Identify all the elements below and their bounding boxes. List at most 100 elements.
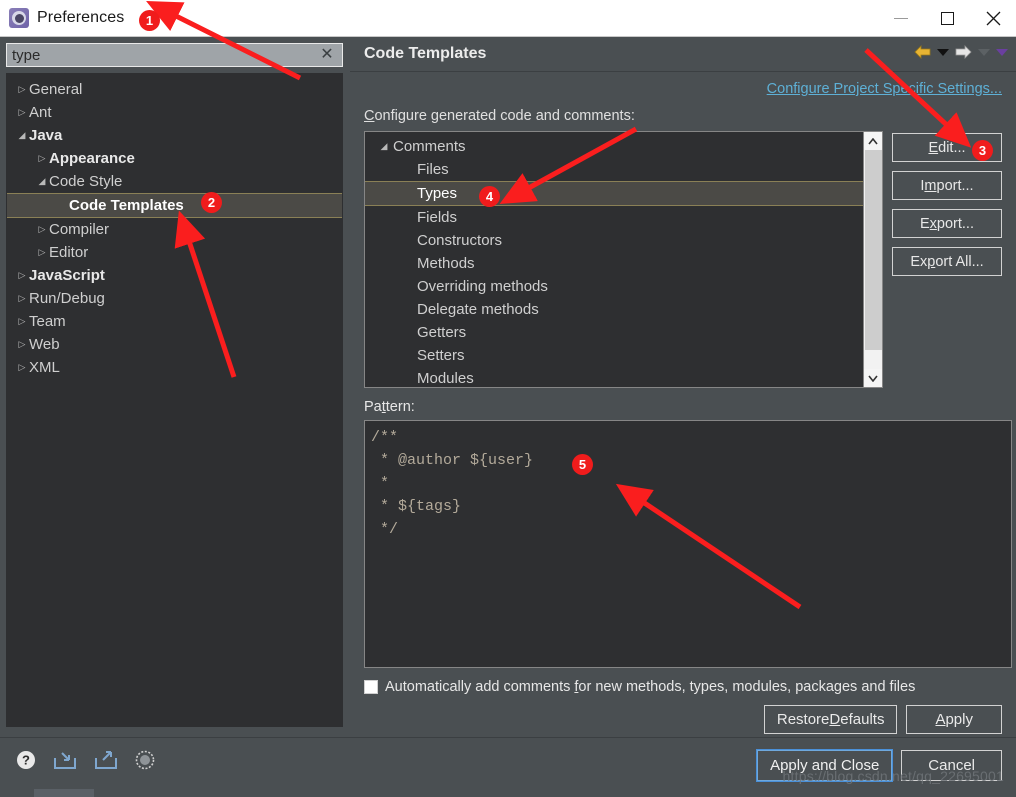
code-templates-list[interactable]: ◢ Comments Files Types Fields Constructors Met… — [364, 131, 883, 388]
export-icon[interactable] — [94, 750, 118, 773]
list-item-label: Getters — [417, 324, 467, 341]
annotation-badge-3: 3 — [972, 140, 993, 161]
triangle-right-icon[interactable]: ▷ — [15, 270, 29, 281]
preferences-content: Code Templates Configure Project Specifi… — [350, 37, 1016, 737]
sidebar-item-label: Code Style — [49, 173, 123, 190]
sidebar-item-general[interactable]: ▷ General — [7, 78, 342, 101]
page-title: Code Templates — [364, 45, 487, 62]
arrow-right-icon[interactable] — [955, 45, 972, 59]
chevron-down-icon[interactable] — [937, 48, 949, 56]
triangle-right-icon[interactable]: ▷ — [35, 224, 49, 235]
sidebar-item-appearance[interactable]: ▷ Appearance — [7, 147, 342, 170]
content-body: Configure Project Specific Settings... C… — [350, 72, 1016, 734]
triangle-right-icon[interactable]: ▷ — [15, 316, 29, 327]
apply-row: Restore Defaults Apply — [364, 705, 1002, 734]
configure-generated-code-label: Configure generated code and comments: — [364, 108, 1002, 124]
list-scrollbar[interactable] — [863, 132, 882, 387]
maximize-button[interactable] — [924, 0, 970, 36]
arrow-left-icon[interactable] — [914, 45, 931, 59]
triangle-right-icon[interactable]: ▷ — [35, 247, 49, 258]
sidebar-item-label: General — [29, 81, 83, 98]
template-action-buttons: Edit... Im port... Ex port... Ex p ort All... — [892, 131, 1002, 388]
code-templates-items: ◢ Comments Files Types Fields Constructors Met… — [365, 132, 882, 387]
annotation-badge-5: 5 — [572, 454, 593, 475]
list-item-methods[interactable]: Methods — [365, 252, 882, 275]
sidebar-item-xml[interactable]: ▷ XML — [7, 356, 342, 379]
minimize-button[interactable] — [878, 0, 924, 36]
sidebar-item-java[interactable]: ◢ Java — [7, 124, 342, 147]
list-item-label: Overriding methods — [417, 278, 548, 295]
restore-defaults-button[interactable]: Restore Defaults — [763, 705, 898, 734]
sidebar-item-web[interactable]: ▷ Web — [7, 333, 342, 356]
list-item-overriding-methods[interactable]: Overriding methods — [365, 275, 882, 298]
sidebar-item-label: Ant — [29, 104, 52, 121]
sidebar-item-ant[interactable]: ▷ Ant — [7, 101, 342, 124]
preferences-tree[interactable]: ▷ General ▷ Ant ◢ Java ▷ Appearance ◢ Code Style C… — [6, 73, 343, 727]
triangle-right-icon[interactable]: ▷ — [15, 293, 29, 304]
triangle-right-icon[interactable]: ▷ — [15, 339, 29, 350]
navigation-icons — [914, 45, 1008, 59]
template-list-row: ◢ Comments Files Types Fields Constructors Met… — [364, 131, 1002, 388]
triangle-down-icon[interactable]: ◢ — [15, 130, 29, 141]
import-button[interactable]: Im port... — [892, 171, 1002, 200]
watermark-text: https://blog.csdn.net/qq_22695001 — [782, 768, 1004, 784]
chevron-up-icon[interactable] — [864, 132, 882, 150]
list-item-setters[interactable]: Setters — [365, 344, 882, 367]
sidebar-item-javascript[interactable]: ▷ JavaScript — [7, 264, 342, 287]
configure-project-specific-settings-link[interactable]: Configure Project Specific Settings... — [767, 81, 1002, 97]
chevron-down-icon-disabled — [978, 48, 990, 56]
restore-mnemonic: D — [829, 711, 841, 728]
triangle-right-icon[interactable]: ▷ — [35, 153, 49, 164]
scrollbar-thumb[interactable] — [865, 150, 882, 350]
settings-icon[interactable] — [135, 750, 155, 773]
button-label-post: dit... — [938, 139, 966, 156]
list-item-constructors[interactable]: Constructors — [365, 229, 882, 252]
chevron-down-icon[interactable] — [864, 369, 882, 387]
list-item-label: Methods — [417, 255, 475, 272]
button-label-post: port... — [936, 215, 974, 232]
export-all-button[interactable]: Ex p ort All... — [892, 247, 1002, 276]
list-item-files[interactable]: Files — [365, 158, 882, 181]
triangle-right-icon[interactable]: ▷ — [15, 107, 29, 118]
configure-label-rest: onfigure generated code and comments: — [374, 108, 635, 124]
sidebar-item-label: Appearance — [49, 150, 135, 167]
close-icon[interactable]: ✕ — [319, 46, 335, 64]
apply-button[interactable]: Apply — [906, 705, 1002, 734]
list-item-fields[interactable]: Fields — [365, 206, 882, 229]
sidebar-item-run-debug[interactable]: ▷ Run/Debug — [7, 287, 342, 310]
sidebar-item-editor[interactable]: ▷ Editor — [7, 241, 342, 264]
sidebar-item-team[interactable]: ▷ Team — [7, 310, 342, 333]
triangle-down-icon[interactable]: ◢ — [377, 141, 391, 152]
import-icon[interactable] — [53, 750, 77, 773]
sidebar-item-code-style[interactable]: ◢ Code Style — [7, 170, 342, 193]
window-controls — [878, 0, 1016, 36]
triangle-down-icon[interactable]: ◢ — [35, 176, 49, 187]
button-label-mnemonic: m — [924, 177, 937, 194]
restore-pre: Restore — [776, 711, 830, 728]
auto-comment-row[interactable]: Automatically add comments for new metho… — [364, 679, 1002, 695]
list-item-getters[interactable]: Getters — [365, 321, 882, 344]
list-item-delegate-methods[interactable]: Delegate methods — [365, 298, 882, 321]
apply-mnemonic: A — [935, 711, 946, 728]
pattern-textarea[interactable]: /** * @author ${user} * * ${tags} */ — [364, 420, 1012, 668]
list-item-comments[interactable]: ◢ Comments — [365, 135, 882, 158]
chevron-down-icon-history[interactable] — [996, 48, 1008, 56]
list-item-label: Fields — [417, 209, 458, 226]
triangle-right-icon[interactable]: ▷ — [15, 362, 29, 373]
auto-comment-checkbox[interactable] — [364, 680, 378, 694]
project-link-row: Configure Project Specific Settings... — [364, 80, 1002, 102]
annotation-badge-2: 2 — [201, 192, 222, 213]
triangle-right-icon[interactable]: ▷ — [15, 84, 29, 95]
search-input[interactable] — [6, 43, 343, 67]
list-item-types[interactable]: Types — [365, 181, 882, 206]
sidebar-item-code-templates[interactable]: Code Templates — [7, 193, 342, 218]
close-button[interactable] — [970, 0, 1016, 36]
sidebar-item-compiler[interactable]: ▷ Compiler — [7, 218, 342, 241]
export-button[interactable]: Ex port... — [892, 209, 1002, 238]
sidebar-item-label: Web — [29, 336, 60, 353]
button-label-post: port... — [936, 177, 974, 194]
help-icon[interactable]: ? — [16, 750, 36, 773]
button-label-pre: E — [920, 215, 930, 232]
auto-comment-label: Automatically add comments for new metho… — [385, 679, 915, 695]
list-item-modules[interactable]: Modules — [365, 367, 882, 387]
